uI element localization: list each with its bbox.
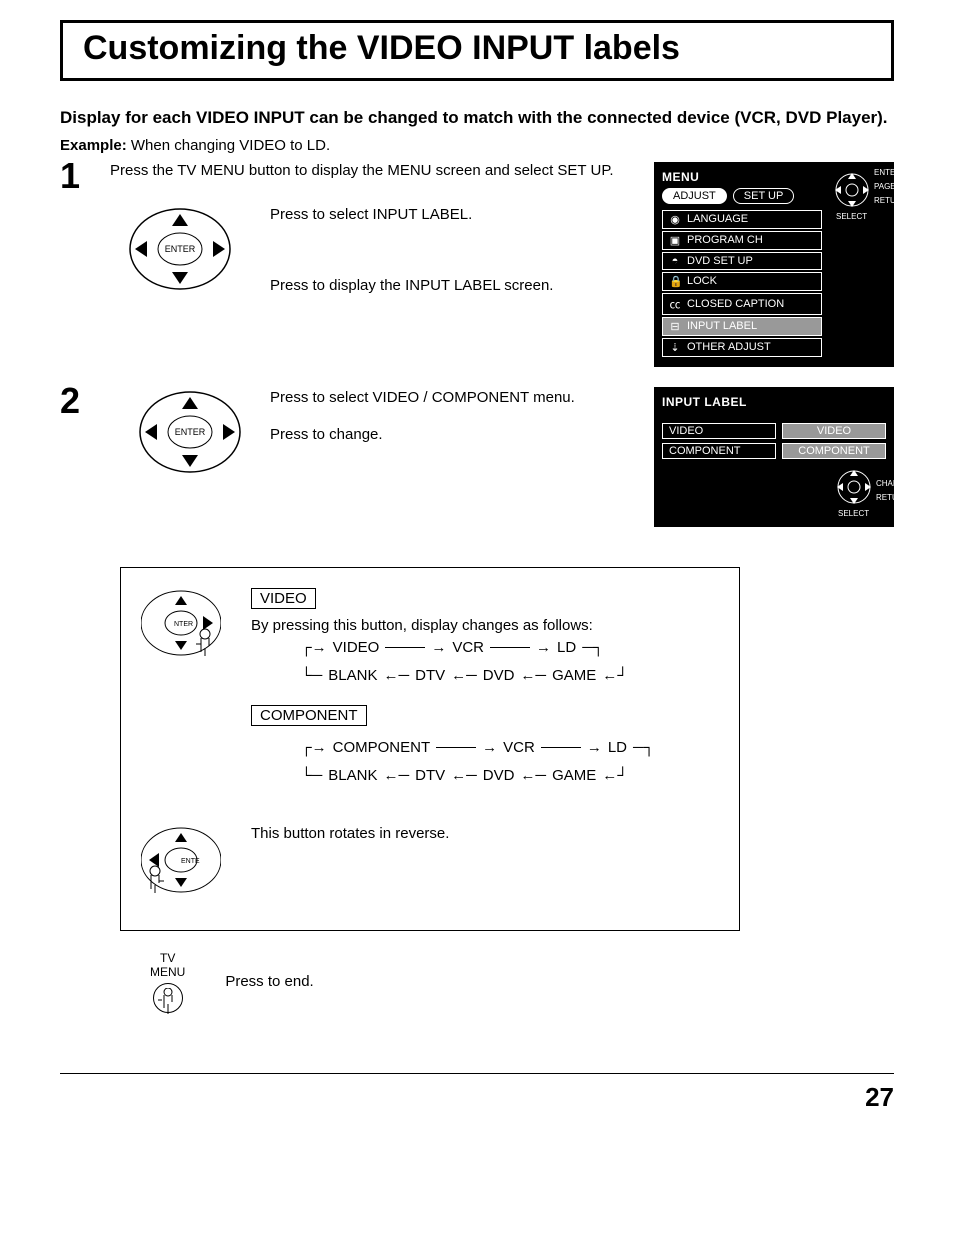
svg-text:ENTER: ENTER [175,427,206,437]
cycle-box: NTER VIDEO By pressing this button, disp… [120,567,740,931]
svg-text:ENTE: ENTE [181,858,200,865]
step2-press-change: Press to change. [270,424,634,445]
example-line: Example: When changing VIDEO to LD. [60,137,894,154]
intro-text: Display for each VIDEO INPUT can be chan… [60,105,894,131]
dpad-icon: ENTER [120,204,240,294]
dpad-right-icon: NTER [141,588,221,663]
osd-tab-adjust: ADJUST [662,188,727,204]
osd-menu-title: MENU [662,170,822,184]
page-number: 27 [60,1082,894,1113]
step1-press-select: Press to select INPUT LABEL. [270,204,634,225]
step1-press-display: Press to display the INPUT LABEL screen. [270,275,634,296]
tv-menu-button-icon: TV MENU [150,951,185,1013]
osd-item-inputlabel: ⊟INPUT LABEL [662,317,822,336]
page: Customizing the VIDEO INPUT labels Displ… [0,0,954,1153]
video-cycle-intro: By pressing this button, display changes… [251,617,699,634]
osd-dpad-icon: ENTER PAGE RETURN SELECT [832,170,886,224]
component-cycle-diagram: ┌→ COMPONENT → VCR → LD ─┐ └─ BLANK ←─ D… [251,734,699,791]
osd-item-lock: 🔒LOCK [662,272,822,291]
svg-text:NTER: NTER [174,621,193,628]
osd2-title: INPUT LABEL [662,395,886,409]
menu-osd: MENU ADJUST SET UP ◉LANGUAGE ▣PROGRAM CH… [654,162,894,367]
step-number-2: 2 [60,383,110,477]
example-text: When changing VIDEO to LD. [127,137,330,154]
osd-item-other: ⇣OTHER ADJUST [662,338,822,357]
footer-rule [60,1073,894,1074]
reverse-text: This button rotates in reverse. [251,825,699,842]
enter-label: ENTER [165,244,196,254]
osd2-row-component: COMPONENT COMPONENT [662,443,886,459]
osd-item-language: ◉LANGUAGE [662,210,822,229]
press-end-text: Press to end. [225,973,313,990]
video-label-box: VIDEO [251,588,316,609]
step-number-1: 1 [60,158,110,194]
page-title: Customizing the VIDEO INPUT labels [83,29,680,67]
osd-item-program: ▣PROGRAM CH [662,231,822,250]
dpad-icon: ENTER [130,387,250,477]
step2-press-select: Press to select VIDEO / COMPONENT menu. [270,387,634,408]
component-label-box: COMPONENT [251,705,367,726]
osd-tab-setup: SET UP [733,188,795,204]
osd2-dpad-icon: CHANGE RETURN SELECT [834,467,888,521]
example-label: Example: [60,137,127,154]
osd-item-dvd: ◓DVD SET UP [662,252,822,270]
step-1: 1 Press the TV MENU button to display th… [60,162,634,194]
input-label-osd: INPUT LABEL VIDEO VIDEO COMPONENT COMPON… [654,387,894,527]
step-1-text: Press the TV MENU button to display the … [110,162,634,179]
video-cycle-diagram: ┌→ VIDEO → VCR → LD ─┐ └─ BLANK ←─ DTV ←… [251,634,699,691]
end-row: TV MENU Press to end. [150,951,894,1013]
osd2-row-video: VIDEO VIDEO [662,423,886,439]
osd-item-cc: ㏄CLOSED CAPTION [662,293,822,315]
title-box: Customizing the VIDEO INPUT labels [60,20,894,81]
dpad-left-icon: ENTE [141,825,221,900]
